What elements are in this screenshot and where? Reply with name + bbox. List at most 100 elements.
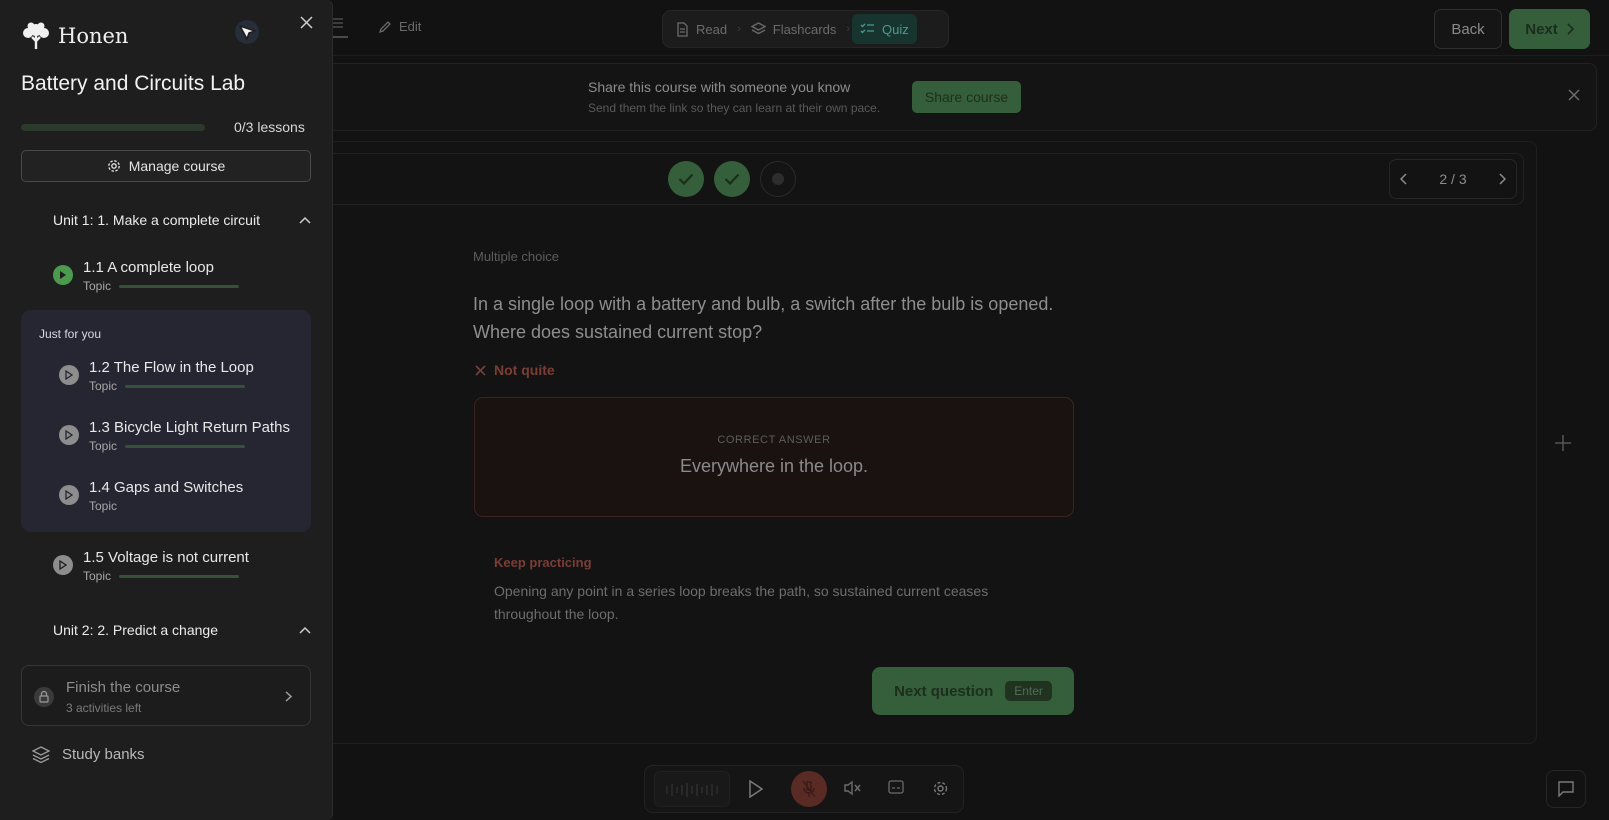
enter-key-hint: Enter (1005, 681, 1052, 701)
x-icon (475, 364, 486, 376)
mode-switch: Read › Flashcards › Quiz (662, 10, 949, 48)
play-icon (59, 425, 79, 445)
lesson-type: Topic (89, 499, 118, 513)
chevron-right-icon[interactable] (1498, 173, 1506, 185)
brand-name: Honen (58, 24, 129, 48)
lesson-progress-bar (119, 284, 240, 288)
close-icon[interactable] (1568, 89, 1580, 101)
chat-button[interactable] (1546, 770, 1586, 808)
layers-icon (32, 746, 50, 763)
chevron-right-icon: › (846, 23, 850, 35)
lesson-type: Topic (89, 439, 118, 453)
lock-icon (34, 687, 54, 707)
course-progress-bar (21, 124, 205, 131)
quiz-header (262, 153, 1524, 205)
course-title: Battery and Circuits Lab (21, 72, 246, 95)
chevron-up-icon (299, 216, 311, 224)
verdict-text: Not quite (494, 362, 555, 378)
lesson-item[interactable]: 1.4 Gaps and Switches Topic (59, 479, 243, 513)
share-banner: Share this course with someone you know … (262, 63, 1597, 131)
lesson-title: 1.2 The Flow in the Loop (89, 359, 254, 376)
close-sidebar-icon[interactable] (300, 16, 313, 29)
tree-logo-icon (20, 22, 52, 50)
correct-answer-box: CORRECT ANSWER Everywhere in the loop. (474, 397, 1074, 517)
next-question-button[interactable]: Next question Enter (872, 667, 1074, 715)
tab-flashcards-label: Flashcards (772, 21, 837, 37)
lesson-title: 1.3 Bicycle Light Return Paths (89, 419, 290, 436)
play-icon (59, 485, 79, 505)
question-type: Multiple choice (473, 249, 559, 264)
verdict: Not quite (475, 362, 555, 378)
back-button[interactable]: Back (1434, 9, 1502, 49)
play-icon (53, 555, 73, 575)
correct-answer-label: CORRECT ANSWER (717, 434, 831, 446)
layers-icon (750, 22, 766, 36)
check-icon (678, 173, 694, 185)
mic-off-icon (802, 780, 816, 798)
unit-2-header[interactable]: Unit 2: 2. Predict a change (53, 622, 311, 638)
chevron-left-icon[interactable] (1400, 173, 1408, 185)
mic-off-button[interactable] (791, 771, 827, 807)
lesson-progress-bar (119, 574, 240, 578)
tab-read[interactable]: Read (668, 14, 735, 44)
volume-mute-icon[interactable] (844, 780, 862, 796)
course-sidebar: Honen Battery and Circuits Lab 0/3 lesso… (0, 0, 333, 820)
manage-course-button[interactable]: Manage course (21, 150, 311, 182)
step-current[interactable] (760, 161, 796, 197)
next-button[interactable]: Next (1509, 9, 1590, 49)
question-text: In a single loop with a battery and bulb… (473, 294, 1054, 342)
cursor-icon (233, 18, 261, 46)
chevron-right-icon (285, 691, 292, 702)
edit-button[interactable]: Edit (378, 19, 421, 34)
play-icon (59, 365, 79, 385)
brand-logo[interactable]: Honen (20, 22, 128, 50)
study-banks-link[interactable]: Study banks (32, 746, 145, 763)
course-progress-text: 0/3 lessons (234, 119, 305, 135)
captions-icon[interactable] (888, 780, 904, 794)
play-icon[interactable] (748, 780, 764, 798)
tab-quiz[interactable]: Quiz (852, 14, 917, 44)
waveform (654, 771, 730, 807)
question-pager: 2 / 3 (1389, 159, 1517, 199)
banner-subtitle: Send them the link so they can learn at … (588, 101, 881, 115)
lesson-progress-bar (125, 384, 246, 388)
banner-title: Share this course with someone you know (588, 79, 851, 95)
unit-1-title: Unit 1: 1. Make a complete circuit (53, 212, 260, 228)
tab-flashcards[interactable]: Flashcards (743, 14, 845, 44)
plus-icon[interactable] (1554, 434, 1572, 452)
next-button-label: Next (1525, 20, 1558, 38)
lesson-item[interactable]: 1.5 Voltage is not current Topic (53, 549, 249, 583)
finish-course-card[interactable]: Finish the course 3 activities left (21, 665, 311, 726)
chevron-right-icon: › (737, 23, 741, 35)
feedback-text: Opening any point in a series loop break… (494, 583, 989, 622)
tab-read-label: Read (696, 21, 728, 37)
finish-course-subtitle: 3 activities left (66, 701, 142, 715)
just-for-you-label: Just for you (39, 327, 102, 341)
finish-course-title: Finish the course (66, 679, 181, 696)
chevron-up-icon (299, 626, 311, 634)
study-banks-label: Study banks (62, 746, 145, 763)
step-complete[interactable] (714, 161, 750, 197)
lesson-title: 1.1 A complete loop (83, 259, 214, 276)
gear-icon[interactable] (932, 780, 949, 797)
checklist-icon (860, 22, 875, 36)
dot-icon (772, 173, 784, 185)
share-course-button[interactable]: Share course (912, 81, 1021, 113)
lesson-type: Topic (83, 569, 112, 583)
check-icon (724, 173, 740, 185)
lesson-item[interactable]: 1.2 The Flow in the Loop Topic (59, 359, 254, 393)
correct-answer-text: Everywhere in the loop. (679, 456, 869, 476)
tab-quiz-label: Quiz (882, 21, 909, 37)
unit-1-header[interactable]: Unit 1: 1. Make a complete circuit (53, 212, 311, 228)
step-complete[interactable] (668, 161, 704, 197)
play-icon (53, 265, 73, 285)
unit-2-title: Unit 2: 2. Predict a change (53, 622, 218, 638)
next-question-label: Next question (894, 682, 994, 700)
lesson-progress-bar (125, 444, 246, 448)
feedback-title: Keep practicing (494, 555, 592, 570)
chevron-right-icon (1566, 23, 1574, 35)
chat-icon (1558, 781, 1574, 797)
lesson-type: Topic (89, 379, 118, 393)
lesson-item[interactable]: 1.3 Bicycle Light Return Paths Topic (59, 419, 290, 453)
lesson-item[interactable]: 1.1 A complete loop Topic (53, 259, 240, 293)
